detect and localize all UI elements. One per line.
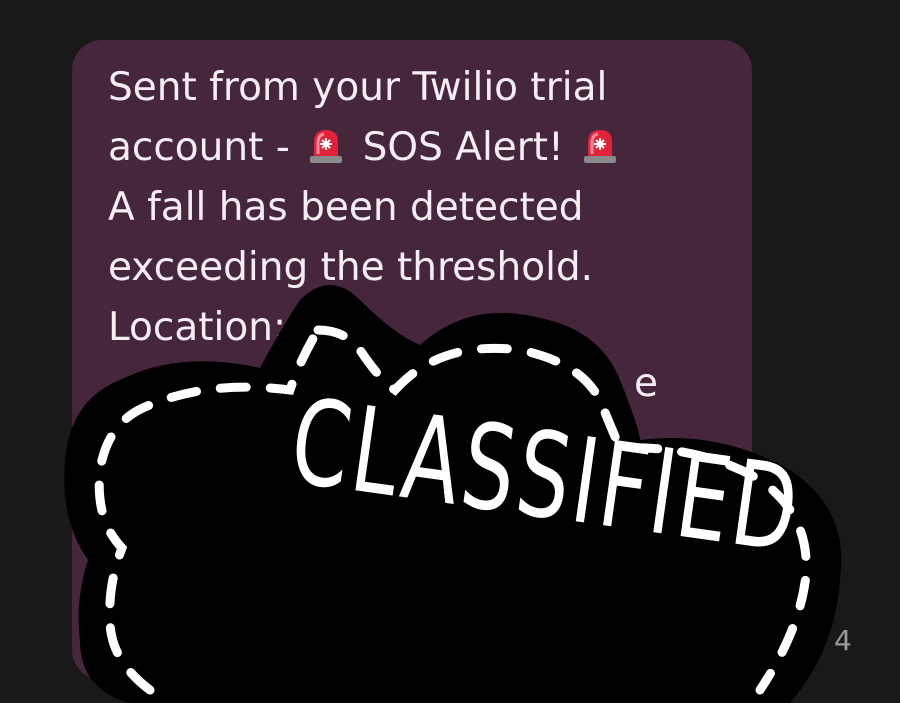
message-line: Sent from your Twilio trial bbox=[108, 65, 608, 110]
message-text: account - bbox=[108, 125, 290, 170]
screen: Sent from your Twilio trial account - SO… bbox=[0, 0, 900, 703]
siren-icon bbox=[306, 126, 346, 164]
message-line: account - SOS Alert! bbox=[108, 118, 728, 178]
message-timestamp: 4 bbox=[834, 624, 852, 657]
message-line: exceeding the threshold. bbox=[108, 245, 594, 290]
obscured-message-text: e bbox=[634, 361, 658, 406]
siren-icon bbox=[580, 126, 620, 164]
message-text: SOS Alert! bbox=[362, 125, 564, 170]
message-line: A fall has been detected bbox=[108, 185, 584, 230]
message-line: Location: bbox=[108, 305, 287, 350]
message-body: Sent from your Twilio trial account - SO… bbox=[108, 58, 728, 358]
